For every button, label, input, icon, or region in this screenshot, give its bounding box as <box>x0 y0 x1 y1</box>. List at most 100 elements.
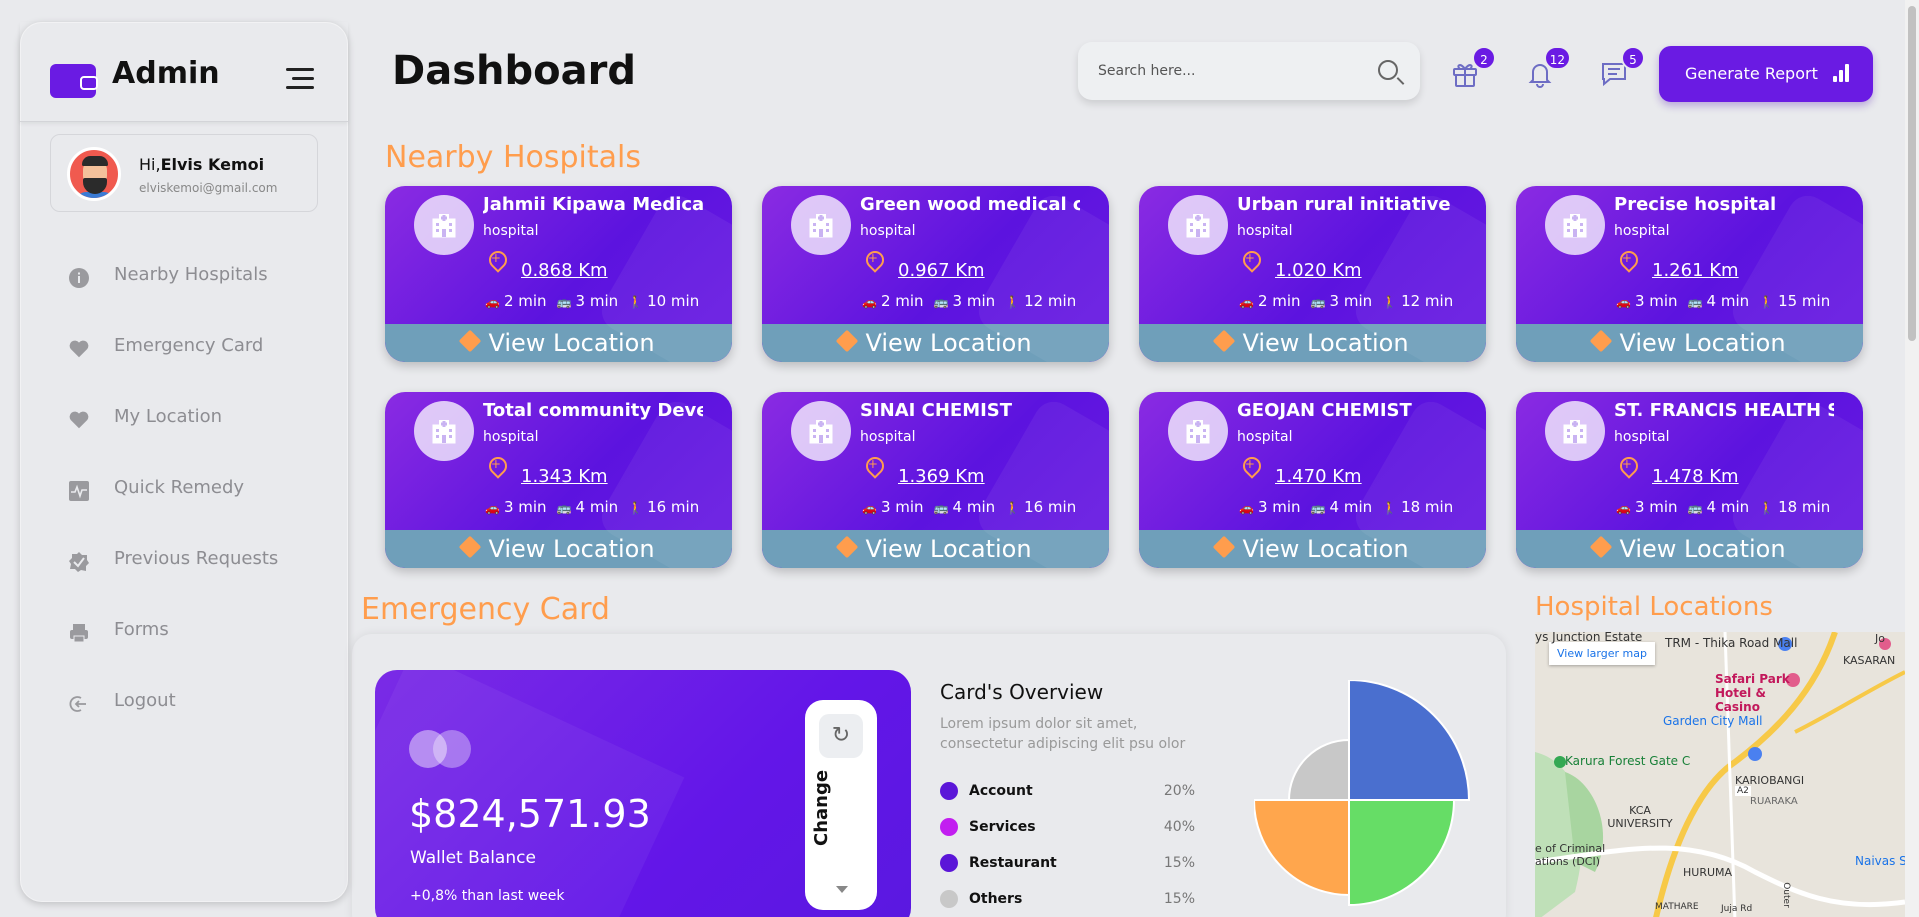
view-larger-map-link[interactable]: View larger map <box>1549 642 1655 665</box>
scrollbar-thumb[interactable] <box>1908 6 1916 341</box>
walk-icon: 🚶 <box>628 295 644 309</box>
search-icon[interactable] <box>1378 60 1398 80</box>
travel-times: 🚗 2 min 🚌 3 min 🚶 12 min <box>862 292 1086 310</box>
sidebar-item-my-location[interactable]: My Location <box>50 400 310 471</box>
hospital-type: hospital <box>483 223 539 239</box>
view-location-button[interactable]: View Location <box>1516 530 1863 568</box>
hospital-distance-link[interactable]: 1.020 Km <box>1275 260 1362 281</box>
hospital-card[interactable]: GEOJAN CHEMIST hospital 1.470 Km 🚗3 min 🚌4 m… <box>1139 392 1486 568</box>
view-location-button[interactable]: View Location <box>762 324 1109 362</box>
sidebar-item-forms[interactable]: Forms <box>50 613 310 684</box>
hospital-distance-link[interactable]: 1.343 Km <box>521 466 608 487</box>
view-location-label: View Location <box>865 329 1032 357</box>
overview-description: Lorem ipsum dolor sit amet, consectetur … <box>940 716 1186 752</box>
hospital-distance-link[interactable]: 1.261 Km <box>1652 260 1739 281</box>
messages-button[interactable]: 5 <box>1599 46 1645 88</box>
map-label: KCA UNIVERSITY <box>1607 804 1673 830</box>
sidebar-item-emergency-card[interactable]: Emergency Card <box>50 329 310 400</box>
avatar <box>67 147 121 201</box>
hospital-card[interactable]: ST. FRANCIS HEALTH SERVICES hospital 1.478… <box>1516 392 1863 568</box>
wallet-logo-icon <box>50 64 98 98</box>
printer-icon <box>68 622 90 644</box>
bus-time: 4 min <box>1706 498 1750 516</box>
generate-report-button[interactable]: Generate Report <box>1659 46 1873 102</box>
sidebar-item-quick-remedy[interactable]: Quick Remedy <box>50 471 310 542</box>
menu-toggle-icon[interactable] <box>286 68 314 92</box>
view-location-label: View Location <box>1619 329 1786 357</box>
hospital-distance-link[interactable]: 1.470 Km <box>1275 466 1362 487</box>
bus-icon: 🚌 <box>933 501 949 515</box>
notifications-button[interactable]: 12 <box>1525 46 1571 88</box>
car-icon: 🚗 <box>862 501 877 515</box>
hospital-card[interactable]: Green wood medical clinic hospital 0.967 K… <box>762 186 1109 362</box>
change-card-button[interactable]: ↻ Change <box>805 700 877 910</box>
hospital-type: hospital <box>860 429 916 445</box>
hospital-card[interactable]: Total community Development hospital 1.343… <box>385 392 732 568</box>
map-label: Outer <box>1780 882 1791 908</box>
hospital-distance-link[interactable]: 0.967 Km <box>898 260 985 281</box>
chevron-down-icon <box>836 886 848 893</box>
hospital-card[interactable]: Precise hospital hospital 1.261 Km 🚗3 min 🚌4… <box>1516 186 1863 362</box>
hospital-name: ST. FRANCIS HEALTH SERVICES <box>1614 400 1834 421</box>
hospital-type: hospital <box>1614 429 1670 445</box>
car-icon: 🚗 <box>1616 501 1631 515</box>
walk-icon: 🚶 <box>1005 501 1021 515</box>
search-input[interactable] <box>1098 58 1358 84</box>
info-icon <box>68 267 90 289</box>
hospital-card[interactable]: SINAI CHEMIST hospital 1.369 Km 🚗3 min 🚌4 mi… <box>762 392 1109 568</box>
hospital-card[interactable]: Urban rural initiative overseas hospital 1… <box>1139 186 1486 362</box>
hospital-icon <box>791 401 851 461</box>
hospital-distance-link[interactable]: 1.478 Km <box>1652 466 1739 487</box>
hospital-type: hospital <box>483 429 539 445</box>
sidebar-item-label: My Location <box>114 406 223 427</box>
hospital-name: Green wood medical clinic <box>860 194 1080 215</box>
hospital-icon <box>1168 401 1228 461</box>
car-icon: 🚗 <box>1239 295 1254 309</box>
legend-name: Others <box>969 891 1023 907</box>
user-profile-card[interactable]: Hi,Elvis Kemoi elviskemoi@gmail.com <box>50 134 318 212</box>
view-location-button[interactable]: View Location <box>762 530 1109 568</box>
travel-times: 🚗 2 min 🚌 3 min 🚶 10 min <box>485 292 709 310</box>
hospital-distance-link[interactable]: 0.868 Km <box>521 260 608 281</box>
view-location-button[interactable]: View Location <box>1139 324 1486 362</box>
map-label: Juja Rd <box>1721 904 1753 914</box>
map-label: Jo <box>1875 632 1885 645</box>
map-label: Garden City Mall <box>1663 714 1763 728</box>
legend-row: Restaurant 15% <box>940 852 1195 888</box>
hospital-locations-map[interactable]: View larger map ys Junction Estate TRM -… <box>1535 632 1905 917</box>
overview-legend: Account 20% Services 40% Restaurant 15% … <box>940 780 1195 917</box>
walk-icon: 🚶 <box>1005 295 1021 309</box>
sidebar-item-previous-requests[interactable]: Previous Requests <box>50 542 310 613</box>
view-location-button[interactable]: View Location <box>1139 530 1486 568</box>
walk-icon: 🚶 <box>1382 295 1398 309</box>
view-location-label: View Location <box>488 329 655 357</box>
card-brand-circle-icon <box>433 730 471 768</box>
legend-pct: 15% <box>1163 855 1195 871</box>
location-pin-icon <box>1239 247 1265 273</box>
view-location-button[interactable]: View Location <box>385 324 732 362</box>
hospital-distance-link[interactable]: 1.369 Km <box>898 466 985 487</box>
car-time: 3 min <box>503 498 547 516</box>
page-scrollbar[interactable] <box>1905 0 1919 917</box>
travel-times: 🚗 2 min 🚌 3 min 🚶 12 min <box>1239 292 1463 310</box>
change-label: Change <box>811 769 832 846</box>
gift-button[interactable]: 2 <box>1450 46 1496 88</box>
section-title-emergency-card: Emergency Card <box>361 592 610 627</box>
view-location-button[interactable]: View Location <box>385 530 732 568</box>
bus-icon: 🚌 <box>933 295 949 309</box>
brand-title: Admin <box>112 56 220 91</box>
sidebar-nav: Nearby Hospitals Emergency Card My Locat… <box>50 258 310 755</box>
walk-icon: 🚶 <box>1382 501 1398 515</box>
travel-times: 🚗 3 min 🚌 4 min 🚶 18 min <box>1616 498 1840 516</box>
hospital-name: GEOJAN CHEMIST <box>1237 400 1412 421</box>
hospital-icon <box>1545 195 1605 255</box>
hospital-card[interactable]: Jahmii Kipawa Medical Centre hospital 0.86… <box>385 186 732 362</box>
bus-time: 4 min <box>1706 292 1750 310</box>
wallet-card: $824,571.93 Wallet Balance +0,8% than la… <box>375 670 911 917</box>
bus-icon: 🚌 <box>1310 295 1326 309</box>
view-location-button[interactable]: View Location <box>1516 324 1863 362</box>
sidebar-item-nearby-hospitals[interactable]: Nearby Hospitals <box>50 258 310 329</box>
walk-time: 18 min <box>1778 498 1831 516</box>
travel-times: 🚗 3 min 🚌 4 min 🚶 16 min <box>862 498 1086 516</box>
sidebar-item-logout[interactable]: Logout <box>50 684 310 755</box>
